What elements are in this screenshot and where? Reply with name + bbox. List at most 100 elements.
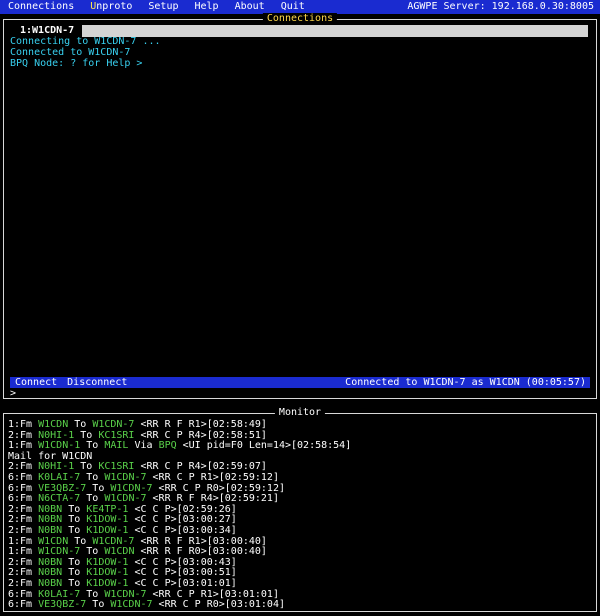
monitor-text: Mail for W1CDN (8, 450, 93, 462)
callsign: VE3QBZ-7 (38, 482, 87, 494)
monitor-text: 6:Fm (8, 482, 39, 494)
callsign: KC1SRI (98, 429, 135, 441)
menu-quit[interactable]: Quit (273, 0, 313, 14)
callsign: KE4TP-1 (86, 503, 129, 515)
connection-status: Connected to W1CDN-7 as W1CDN (00:05:57) (345, 377, 586, 388)
callsign: K1DOW-1 (86, 567, 129, 579)
callsign: W1CDN-7 (110, 482, 153, 494)
monitor-text: 2:Fm (8, 461, 39, 473)
monitor-text: <C C P>[03:01:01] (128, 577, 237, 589)
callsign: W1CDN-7 (92, 419, 135, 430)
monitor-text: To (62, 567, 87, 579)
monitor-text: 1:Fm (8, 440, 39, 452)
monitor-text: 1:Fm (8, 535, 39, 547)
monitor-text: <RR C P R4>[02:59:07] (134, 461, 267, 473)
callsign: N0HI-1 (38, 461, 75, 473)
menu-unproto[interactable]: Unproto (82, 0, 140, 14)
callsign: W1CDN-1 (38, 440, 81, 452)
monitor-text: <C C P>[02:59:26] (128, 503, 237, 515)
monitor-text: To (74, 429, 99, 441)
callsign: W1CDN-7 (104, 588, 147, 600)
monitor-text: <C C P>[03:00:51] (128, 567, 237, 579)
monitor-text: To (80, 588, 105, 600)
menu-setup[interactable]: Setup (140, 0, 186, 14)
monitor-log: 1:Fm W1CDN To W1CDN-7 <RR R F R1>[02:58:… (8, 419, 352, 611)
monitor-title: Monitor (274, 407, 326, 419)
output-line: BPQ Node: ? for Help > (10, 58, 143, 69)
monitor-text: 2:Fm (8, 514, 39, 526)
menu-about[interactable]: About (227, 0, 273, 14)
output-line: Connecting to W1CDN-7 ... (10, 36, 161, 47)
connections-title: Connections (262, 13, 338, 25)
callsign: N0HI-1 (38, 429, 75, 441)
connection-output: Connecting to W1CDN-7 ... Connected to W… (10, 36, 161, 69)
monitor-text: To (62, 577, 87, 589)
callsign: N6CTA-7 (38, 493, 81, 505)
monitor-text: 1:Fm (8, 546, 39, 558)
menu-bar: Connections Unproto Setup Help About Qui… (0, 0, 600, 14)
monitor-text: <C C P>[03:00:43] (128, 556, 237, 568)
connection-status-bar: Connect Disconnect Connected to W1CDN-7 … (10, 377, 590, 388)
callsign: K1DOW-1 (86, 556, 129, 568)
callsign: N0BN (38, 567, 63, 579)
callsign: W1CDN-7 (104, 493, 147, 505)
monitor-text: 6:Fm (8, 471, 39, 483)
monitor-text: 2:Fm (8, 567, 39, 579)
callsign: VE3QBZ-7 (38, 599, 87, 611)
monitor-text: To (86, 599, 111, 611)
monitor-text: To (86, 482, 111, 494)
menu-connections[interactable]: Connections (0, 0, 82, 14)
monitor-text: 2:Fm (8, 556, 39, 568)
monitor-text: 6:Fm (8, 588, 39, 600)
monitor-text: <C C P>[03:00:27] (128, 514, 237, 526)
callsign: N0BN (38, 556, 63, 568)
command-input[interactable]: > (10, 389, 16, 399)
connections-panel: Connections 1:W1CDN-7 Connecting to W1CD… (3, 13, 597, 399)
monitor-text: Via (128, 440, 159, 452)
monitor-text: To (80, 440, 105, 452)
callsign: N0BN (38, 514, 63, 526)
connect-button[interactable]: Connect (10, 377, 62, 388)
monitor-text: 2:Fm (8, 524, 39, 536)
monitor-text: To (68, 419, 93, 430)
callsign: W1CDN-7 (104, 471, 147, 483)
monitor-text: To (62, 524, 87, 536)
monitor-text: 6:Fm (8, 493, 39, 505)
monitor-text: To (62, 514, 87, 526)
menu-help[interactable]: Help (187, 0, 227, 14)
monitor-text: To (80, 493, 105, 505)
monitor-text: To (74, 461, 99, 473)
monitor-text: To (80, 471, 105, 483)
monitor-text: <RR C P R0>[03:01:04] (152, 599, 285, 611)
monitor-text: <RR R F R1>[02:58:49] (134, 419, 267, 430)
monitor-text: <RR C P R4>[02:58:51] (134, 429, 267, 441)
callsign: K0LAI-7 (38, 588, 81, 600)
monitor-panel: Monitor 1:Fm W1CDN To W1CDN-7 <RR R F R1… (3, 407, 597, 612)
output-line: Connected to W1CDN-7 (10, 47, 131, 58)
monitor-text: <C C P>[03:00:34] (128, 524, 237, 536)
callsign: K1DOW-1 (86, 514, 129, 526)
monitor-text: <RR C P R1>[02:59:12] (146, 471, 279, 483)
monitor-text: To (68, 535, 93, 547)
monitor-text: <RR C P R1>[03:01:01] (146, 588, 279, 600)
monitor-text: <UI pid=F0 Len=14>[02:58:54] (176, 440, 352, 452)
callsign: K1DOW-1 (86, 524, 129, 536)
monitor-line: 6:Fm VE3QBZ-7 To W1CDN-7 <RR C P R0>[03:… (8, 599, 351, 611)
callsign: K0LAI-7 (38, 471, 81, 483)
callsign: KC1SRI (98, 461, 135, 473)
callsign: N0BN (38, 577, 63, 589)
callsign: W1CDN-7 (38, 546, 81, 558)
monitor-text: <RR R F R1>[03:00:40] (134, 535, 267, 547)
callsign: N0BN (38, 503, 63, 515)
monitor-text: <RR R F R0>[03:00:40] (134, 546, 267, 558)
monitor-text: 1:Fm (8, 419, 39, 430)
monitor-text: 2:Fm (8, 429, 39, 441)
server-address: AGWPE Server: 192.168.0.30:8005 (407, 1, 594, 12)
callsign: W1CDN (38, 535, 69, 547)
disconnect-button[interactable]: Disconnect (62, 377, 132, 388)
callsign: W1CDN-7 (92, 535, 135, 547)
monitor-text: 2:Fm (8, 503, 39, 515)
monitor-text: To (62, 556, 87, 568)
callsign: N0BN (38, 524, 63, 536)
callsign: K1DOW-1 (86, 577, 129, 589)
